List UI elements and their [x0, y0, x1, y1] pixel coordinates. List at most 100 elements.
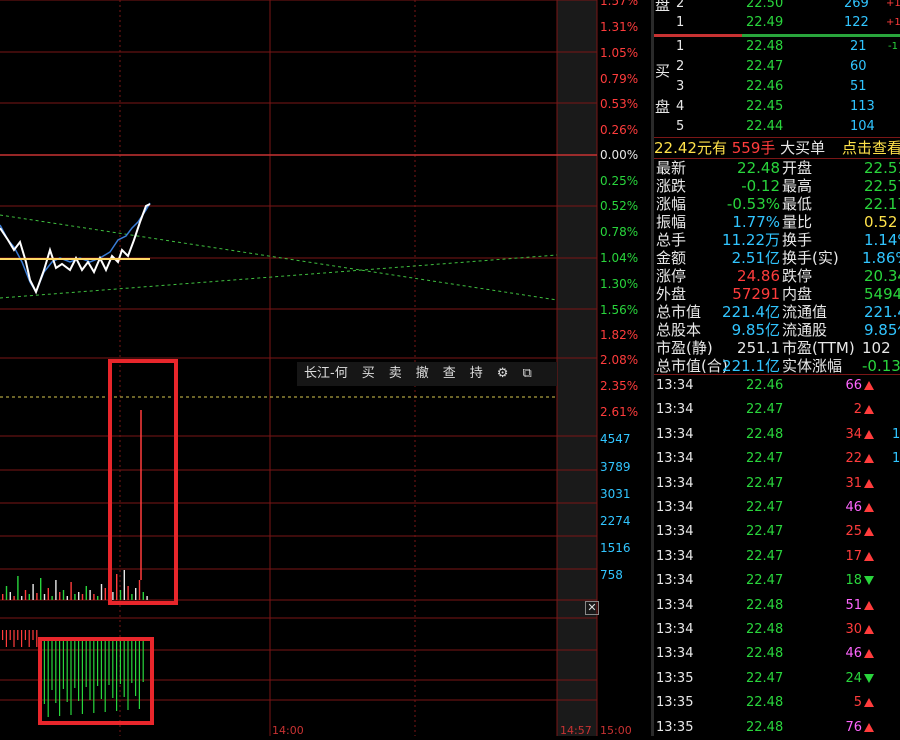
restore-window-icon[interactable]: ⧉ — [515, 362, 538, 386]
volume-bar — [116, 574, 118, 600]
buy-level-3[interactable]: 3 22.46 51 — [654, 77, 900, 97]
tick-volume: 5 — [830, 691, 874, 715]
quote-key: 换手 — [782, 231, 813, 249]
quote-value: 0.52 — [864, 213, 898, 231]
up-arrow-icon — [864, 503, 874, 512]
tick-volume: 18 — [830, 569, 874, 593]
up-arrow-icon — [864, 478, 874, 488]
tick-row: 13:35 22.48 5 — [654, 691, 900, 715]
indicator-bar — [97, 641, 99, 686]
tick-row: 13:34 22.48 34 1 — [654, 423, 900, 447]
cancel-order-button[interactable]: 撤 — [409, 362, 436, 386]
tick-time: 13:34 — [656, 573, 694, 589]
quote-value: 22.57 — [864, 177, 900, 195]
buy-level-4[interactable]: 4 22.45 113 — [654, 97, 900, 117]
quote-key: 量比 — [782, 213, 813, 231]
buy-level-5[interactable]: 5 22.44 104 — [654, 117, 900, 137]
quote-key: 涨跌 — [656, 177, 687, 195]
tick-time: 13:34 — [656, 475, 694, 491]
quote-key: 总股本 — [656, 321, 702, 339]
sell-level-2[interactable]: 2 22.50 269 +1 — [654, 0, 900, 14]
volume: 60 — [850, 59, 867, 74]
tick-time: 13:34 — [656, 524, 694, 540]
indicator-bar — [21, 630, 23, 647]
tick-time: 13:34 — [656, 500, 694, 515]
level: 2 — [676, 0, 685, 11]
volume-bar — [127, 586, 129, 600]
indicator-bar — [9, 630, 11, 640]
tick-price: 22.47 — [746, 548, 784, 564]
tick-volume: 17 — [830, 545, 874, 569]
buy-level-1[interactable]: 1 22.48 21 -1 — [654, 37, 900, 57]
quote-value: 221.4亿 — [722, 303, 780, 321]
gear-icon[interactable]: ⚙ — [490, 362, 516, 386]
tick-price: 22.47 — [746, 573, 784, 589]
close-icon[interactable]: ✕ — [585, 601, 599, 615]
level: 4 — [676, 99, 685, 114]
buy-button[interactable]: 买 — [355, 362, 382, 386]
volume-bar — [131, 594, 133, 600]
volume-bar — [85, 586, 87, 600]
level: 3 — [676, 79, 685, 94]
indicator-bar — [93, 641, 95, 713]
tick-price: 22.48 — [746, 597, 784, 613]
quote-key: 最低 — [782, 195, 813, 213]
big-order-line[interactable]: 22.42元有 559手 大买单 点击查看 — [654, 137, 900, 159]
holdings-button[interactable]: 持 — [463, 362, 490, 386]
volume-bar — [142, 592, 144, 600]
up-arrow-icon — [864, 722, 874, 732]
pct-axis-label: 2.08% — [600, 353, 639, 367]
volume-axis-label: 3789 — [600, 460, 631, 474]
indicator-bar — [100, 641, 102, 699]
volume-bar — [36, 593, 38, 600]
tick-price: 22.47 — [746, 500, 784, 515]
account-button[interactable]: 长江-何 — [297, 362, 355, 386]
quote-value: 251.1 — [737, 339, 780, 357]
quote-key: 开盘 — [782, 159, 813, 177]
pct-axis-label: 0.52% — [600, 199, 639, 213]
volume-bar — [9, 592, 11, 600]
sell-level-1[interactable]: 1 22.49 122 +1 — [654, 13, 900, 33]
tick-price: 22.47 — [746, 402, 784, 418]
volume: 269 — [844, 0, 869, 11]
quote-value: 1.14% — [864, 231, 900, 249]
change: +1 — [886, 17, 900, 28]
query-button[interactable]: 查 — [436, 362, 463, 386]
indicator-bar — [78, 641, 80, 701]
level: 1 — [676, 15, 685, 30]
pct-axis-label: 1.56% — [600, 303, 639, 317]
tick-time: 13:34 — [656, 426, 694, 442]
up-arrow-icon — [864, 454, 874, 464]
volume-bar — [97, 596, 99, 600]
tick-price: 22.46 — [746, 378, 784, 393]
tick-time: 13:34 — [656, 597, 694, 613]
volume: 104 — [850, 119, 875, 134]
sell-button[interactable]: 卖 — [382, 362, 409, 386]
tick-volume: 2 — [830, 398, 874, 422]
tick-volume: 46 — [830, 642, 874, 666]
volume-bar — [62, 590, 65, 600]
quote-row: 外盘 57291内盘 54948 — [654, 285, 900, 303]
tick-price: 22.47 — [746, 670, 784, 686]
volume-bar — [47, 588, 49, 600]
tick-row: 13:34 22.47 31 — [654, 472, 900, 496]
quote-value: 24.86 — [737, 267, 780, 285]
quote-key: 流通值 — [782, 303, 828, 321]
indicator-bar — [5, 630, 7, 647]
tick-time: 13:34 — [656, 548, 694, 564]
indicator-bar — [32, 630, 34, 640]
volume: 51 — [850, 79, 867, 94]
quote-value: 221.1亿 — [722, 357, 780, 375]
up-arrow-icon — [864, 551, 874, 561]
tick-price: 22.48 — [746, 426, 784, 442]
tick-row: 13:34 22.48 51 — [654, 594, 900, 618]
quote-row: 涨跌 -0.12最高 22.57 — [654, 177, 900, 195]
big-order-price: 22.42元有 — [654, 139, 727, 157]
level: 2 — [676, 59, 685, 74]
buy-level-2[interactable]: 2 22.47 60 — [654, 57, 900, 77]
quote-value: 1.86% — [862, 249, 900, 267]
volume-axis-label: 758 — [600, 568, 623, 582]
pct-axis-label: 1.05% — [600, 46, 639, 60]
tick-row: 13:34 22.48 46 — [654, 642, 900, 666]
view-big-order-link[interactable]: 点击查看 — [842, 138, 900, 158]
